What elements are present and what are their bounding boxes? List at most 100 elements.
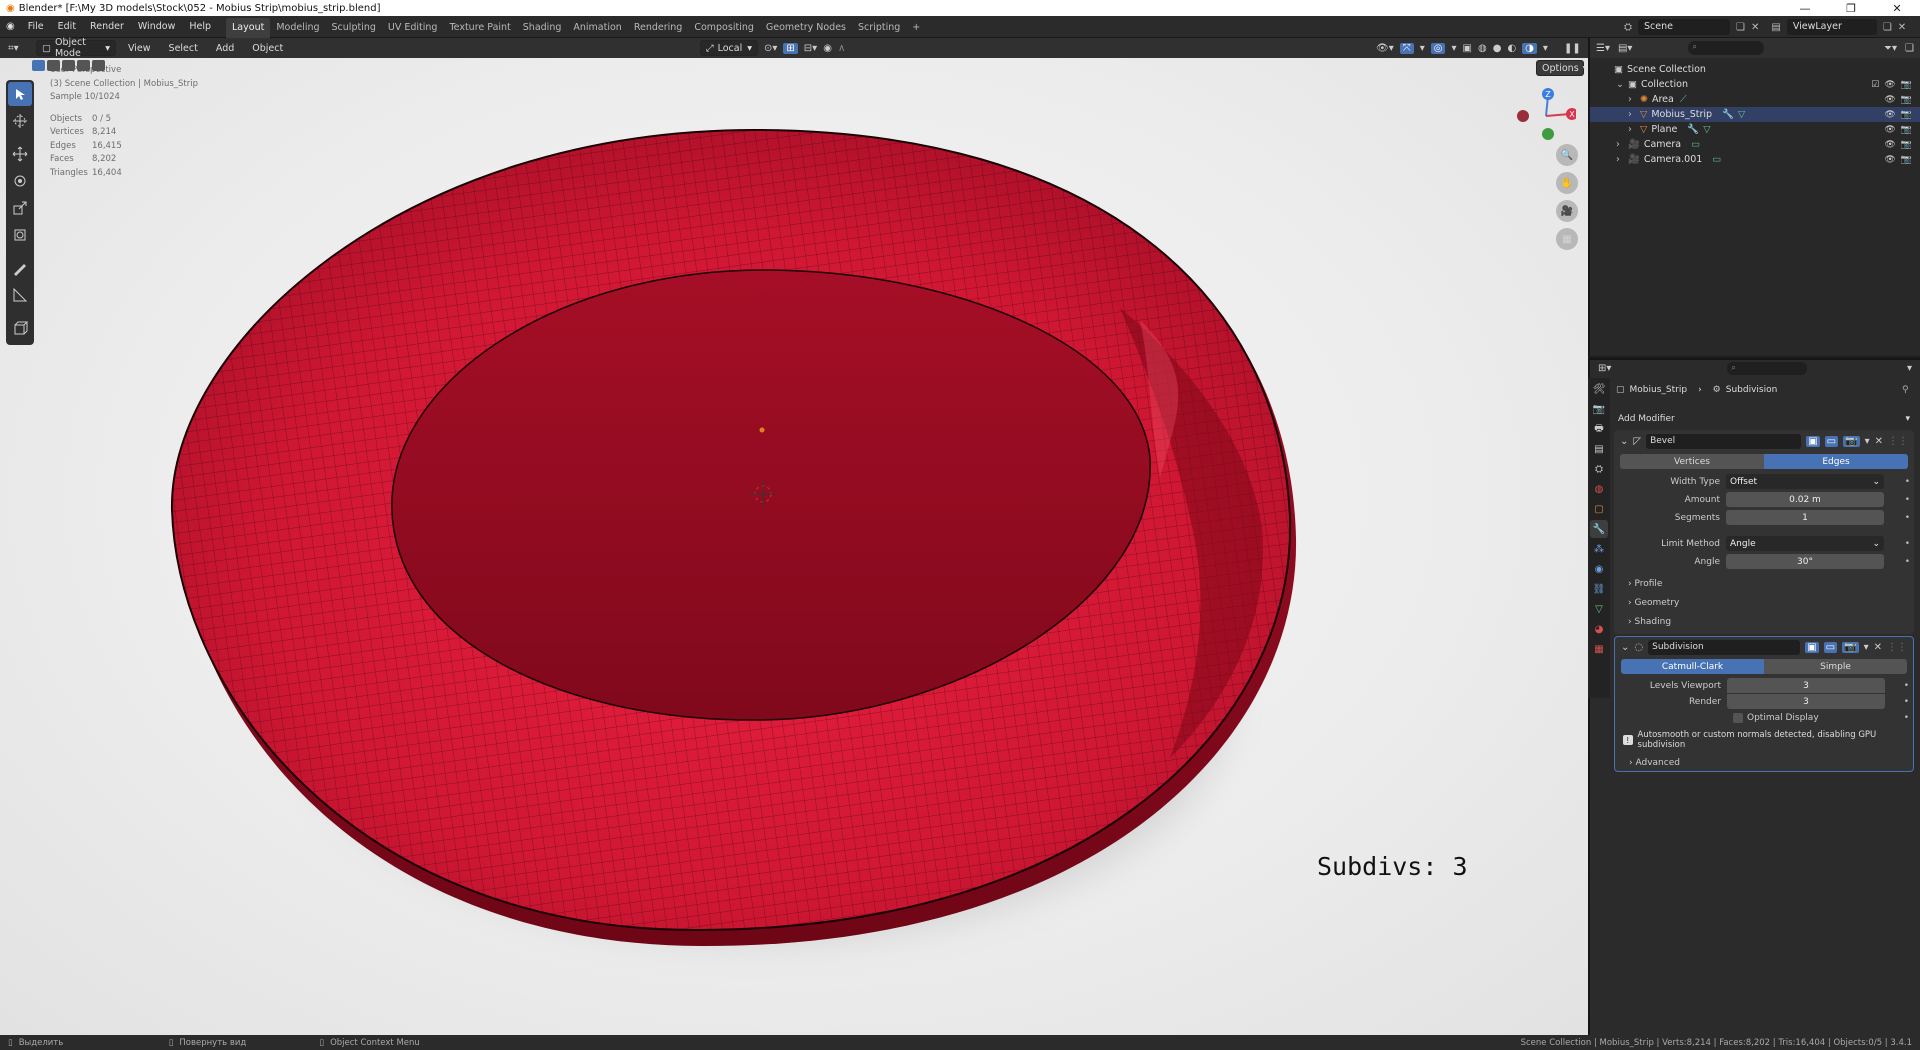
view-layer-selector[interactable]: ViewLayer <box>1786 19 1877 35</box>
falloff-icon[interactable]: ∧ <box>838 43 845 54</box>
select-intersect-icon[interactable] <box>77 60 90 71</box>
perspective-toggle-icon[interactable]: ▦ <box>1556 228 1578 250</box>
rendered-shading-icon[interactable]: ◑ <box>1522 42 1537 54</box>
maximize-button[interactable]: ❐ <box>1828 2 1874 15</box>
camera-icon[interactable]: 📷 <box>1901 110 1912 120</box>
object-tab-icon[interactable]: ▢ <box>1590 500 1608 518</box>
menu-help[interactable]: Help <box>182 16 218 38</box>
drag-handle-icon[interactable]: ⋮⋮ <box>1888 436 1908 447</box>
gizmo-neg-x-axis[interactable] <box>1517 110 1529 122</box>
navigation-gizmo[interactable]: Z X <box>1506 84 1576 144</box>
chevron-right-icon[interactable]: › <box>1628 124 1640 135</box>
tree-item-plane[interactable]: › ▽ Plane 🔧 ▽ 👁 📷 <box>1590 122 1920 137</box>
chevron-down-icon[interactable]: ⌄ <box>1621 642 1629 653</box>
snap-options-icon[interactable]: ⊟▾ <box>804 43 817 54</box>
keyframe-dot-icon[interactable]: • <box>1905 477 1910 487</box>
catmull-clark-button[interactable]: Catmull-Clark <box>1621 659 1764 674</box>
options-dropdown[interactable]: Options ▾ <box>1536 60 1587 76</box>
chevron-down-icon[interactable]: ▾ <box>1865 436 1870 447</box>
view-layer-tab-icon[interactable]: ▤ <box>1590 440 1608 458</box>
keyframe-dot-icon[interactable]: • <box>1905 513 1910 523</box>
transform-tool-icon[interactable] <box>8 223 32 247</box>
new-scene-icon[interactable]: ❏ <box>1736 22 1745 33</box>
subpanel-profile[interactable]: › Profile <box>1628 579 1914 598</box>
width-type-dropdown[interactable]: Offset ⌄ <box>1726 474 1884 489</box>
rotate-tool-icon[interactable] <box>8 169 32 193</box>
particles-tab-icon[interactable]: ⁂ <box>1590 540 1608 558</box>
subpanel-advanced[interactable]: › Advanced <box>1615 758 1913 768</box>
keyframe-dot-icon[interactable]: • <box>1904 681 1909 691</box>
camera-icon[interactable]: 📷 <box>1901 155 1912 165</box>
solid-shading-icon[interactable]: ● <box>1493 43 1502 54</box>
keyframe-dot-icon[interactable]: • <box>1905 495 1910 505</box>
limit-method-dropdown[interactable]: Angle ⌄ <box>1726 536 1884 551</box>
angle-field[interactable]: 30° <box>1726 554 1884 569</box>
eye-icon[interactable]: 👁 <box>1884 125 1895 135</box>
keyframe-dot-icon[interactable]: • <box>1905 557 1910 567</box>
3d-viewport[interactable]: User Perspective (3) Scene Collection | … <box>0 58 1588 1035</box>
pan-hand-icon[interactable]: ✋ <box>1556 172 1578 194</box>
modifier-tab-icon[interactable]: 🔧 <box>1590 520 1608 538</box>
subdivision-name-field[interactable]: Subdivision <box>1648 639 1801 655</box>
chevron-down-icon[interactable]: ⌄ <box>1616 79 1628 90</box>
measure-tool-icon[interactable] <box>8 283 32 307</box>
drag-handle-icon[interactable]: ⋮⋮ <box>1887 642 1907 653</box>
menu-view[interactable]: View <box>122 43 157 54</box>
gizmo-toggle-icon[interactable]: ⤧ <box>1399 42 1414 54</box>
material-shading-icon[interactable]: ◐ <box>1507 43 1516 54</box>
snap-icon[interactable]: ⊞ <box>783 42 798 54</box>
tree-item-mobius-strip[interactable]: › ▽ Mobius_Strip 🔧 ▽ 👁 📷 <box>1590 107 1920 122</box>
tab-compositing[interactable]: Compositing <box>688 18 760 38</box>
eye-icon[interactable]: 👁 <box>1884 155 1895 165</box>
edit-mode-toggle-icon[interactable]: ▣ <box>1806 435 1820 447</box>
camera-icon[interactable]: 📷 <box>1901 95 1912 105</box>
subpanel-geometry[interactable]: › Geometry <box>1628 598 1914 617</box>
scale-tool-icon[interactable] <box>8 196 32 220</box>
cursor-tool-icon[interactable] <box>8 109 32 133</box>
tree-item-camera[interactable]: › 🎥 Camera ▭ 👁 📷 <box>1590 137 1920 152</box>
camera-icon[interactable]: 📷 <box>1901 140 1912 150</box>
checkbox-icon[interactable]: ☑ <box>1871 80 1879 90</box>
proportional-edit-icon[interactable]: ◉ <box>823 43 832 54</box>
eye-icon[interactable]: 👁 <box>1884 140 1895 150</box>
close-icon[interactable]: ✕ <box>1874 642 1882 653</box>
select-box-tool-icon[interactable] <box>8 82 32 106</box>
pivot-icon[interactable]: ⊙▾ <box>764 43 777 54</box>
render-levels-field[interactable]: 3 <box>1727 694 1885 709</box>
overlay-toggle-icon[interactable]: ◎ <box>1430 42 1446 54</box>
chevron-right-icon[interactable]: › <box>1616 139 1628 150</box>
edit-mode-toggle-icon[interactable]: ▣ <box>1805 641 1819 653</box>
tree-item-scene-collection[interactable]: ▣ Scene Collection <box>1590 62 1920 77</box>
chevron-down-icon[interactable]: ▾ <box>1864 642 1869 653</box>
tab-texture-paint[interactable]: Texture Paint <box>443 18 516 38</box>
subpanel-shading[interactable]: › Shading <box>1628 617 1914 636</box>
overlay-options-icon[interactable]: ▾ <box>1451 43 1456 54</box>
delete-scene-icon[interactable]: ✕ <box>1751 22 1759 33</box>
gizmo-y-axis[interactable] <box>1542 128 1554 140</box>
menu-file[interactable]: File <box>21 16 51 38</box>
properties-search-input[interactable]: ⌕ <box>1727 361 1808 375</box>
chevron-right-icon[interactable]: › <box>1628 109 1640 120</box>
close-icon[interactable]: ✕ <box>1875 436 1883 447</box>
viewport-toggle-icon[interactable]: ▭ <box>1823 641 1838 653</box>
scene-tab-icon[interactable]: ⛭ <box>1590 460 1608 478</box>
zoom-icon[interactable]: 🔍 <box>1556 144 1578 166</box>
editor-type-icon[interactable]: ☰▾ <box>1596 43 1610 54</box>
simple-button[interactable]: Simple <box>1764 659 1907 674</box>
render-toggle-icon[interactable]: 📷 <box>1843 435 1860 447</box>
select-invert-icon[interactable] <box>92 60 105 71</box>
eye-icon[interactable]: 👁 <box>1884 80 1895 90</box>
affect-edges-button[interactable]: Edges <box>1764 454 1908 469</box>
wireframe-shading-icon[interactable]: ◍ <box>1478 43 1487 54</box>
segments-field[interactable]: 1 <box>1726 510 1884 525</box>
tree-item-collection[interactable]: ⌄ ▣ Collection ☑ 👁 📷 <box>1590 77 1920 92</box>
levels-viewport-field[interactable]: 3 <box>1727 678 1885 693</box>
affect-vertices-button[interactable]: Vertices <box>1620 454 1764 469</box>
blender-menu-icon[interactable]: ◉ <box>0 21 21 32</box>
display-mode-icon[interactable]: ▤▾ <box>1618 43 1632 54</box>
scene-selector[interactable]: Scene <box>1638 19 1730 35</box>
tree-item-area[interactable]: › ✺ Area ⟋ 👁 📷 <box>1590 92 1920 107</box>
tree-item-camera-001[interactable]: › 🎥 Camera.001 ▭ 👁 📷 <box>1590 152 1920 167</box>
tab-scripting[interactable]: Scripting <box>852 18 906 38</box>
pin-icon[interactable]: ⚲ <box>1902 385 1909 395</box>
